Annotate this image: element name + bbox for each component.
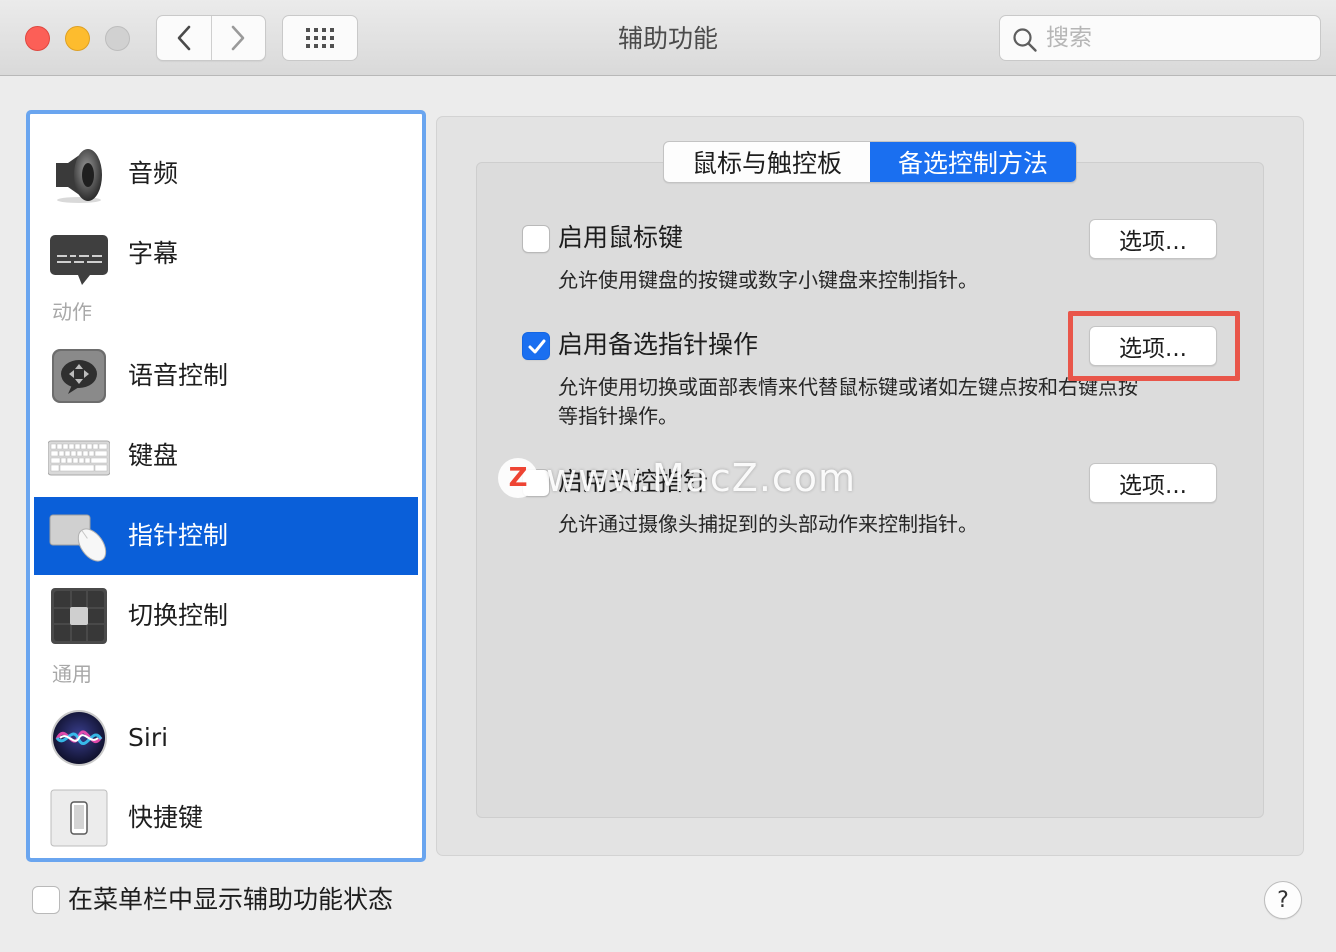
speaker-icon [56,149,102,203]
sidebar-item-label: 音频 [128,159,179,188]
sidebar-item-label: 键盘 [128,441,179,470]
option-description: 允许使用键盘的按键或数字小键盘来控制指针。 [558,268,978,292]
show-status-label: 在菜单栏中显示辅助功能状态 [68,885,394,914]
zoom-window-button[interactable] [105,26,130,51]
checkmark-icon [528,339,546,354]
back-button[interactable] [157,16,211,60]
minimize-window-button[interactable] [65,26,90,51]
head-pointer-options-button[interactable]: 选项... [1089,463,1217,503]
chevron-left-icon [177,25,191,51]
search-field[interactable] [999,15,1321,61]
mouse-keys-options-button[interactable]: 选项... [1089,219,1217,259]
enable-mouse-keys-checkbox[interactable] [522,225,550,253]
sidebar-item-label: 字幕 [128,239,179,268]
option-description: 允许通过摄像头捕捉到的头部动作来控制指针。 [558,512,978,536]
grid-icon [306,28,334,48]
help-button[interactable]: ? [1264,881,1302,919]
sidebar-item-label: 快捷键 [128,803,204,832]
navigation-buttons [156,15,266,61]
search-input[interactable] [1046,22,1306,54]
sidebar-item-keyboard[interactable]: 键盘 [34,417,418,495]
sidebar-item-label: 语音控制 [128,361,229,390]
watermark-text: www.MacZ.com [546,456,857,500]
shortcut-icon [50,789,108,847]
option-description: 允许使用切换或面部表情来代替鼠标键或诸如左键点按和右键点按等指针操作。 [558,375,1138,428]
sidebar-section-motor: 动作 [52,300,92,324]
highlight-box [1068,311,1240,381]
sidebar-section-general: 通用 [52,662,92,686]
sidebar-item-label: Siri [128,723,169,752]
watermark: Z www.MacZ.com [498,456,856,500]
tab-mouse-trackpad[interactable]: 鼠标与触控板 [664,142,870,182]
tab-control: 鼠标与触控板 备选控制方法 [663,141,1077,183]
captions-icon [50,235,108,285]
sidebar[interactable]: 音频 字幕 动作 语音控制 键盘 指针控制 切换控制 通用 Siri 快捷键 [26,110,426,862]
sidebar-item-label: 指针控制 [128,521,229,550]
pointer-control-icon [49,514,107,562]
sidebar-item-pointer-control[interactable]: 指针控制 [34,497,418,575]
tab-alternate-control-methods[interactable]: 备选控制方法 [870,142,1076,182]
sidebar-item-captions[interactable]: 字幕 [34,215,418,293]
option-title: 启用备选指针操作 [558,330,759,359]
sidebar-item-audio[interactable]: 音频 [34,135,418,213]
search-icon [1013,28,1037,52]
window-title: 辅助功能 [617,24,718,53]
title-bar: 辅助功能 [0,0,1336,76]
show-all-button[interactable] [282,15,358,61]
sidebar-item-shortcut[interactable]: 快捷键 [34,779,418,857]
sidebar-item-siri[interactable]: Siri [34,699,418,777]
sidebar-item-label: 切换控制 [128,601,229,630]
close-window-button[interactable] [25,26,50,51]
forward-button[interactable] [210,16,266,60]
siri-icon [51,710,107,766]
option-title: 启用鼠标键 [558,223,684,252]
keyboard-icon [48,440,110,476]
sidebar-item-switch-control[interactable]: 切换控制 [34,577,418,655]
watermark-logo-icon: Z [498,458,538,498]
show-status-in-menu-bar-checkbox[interactable] [32,886,60,914]
enable-alternate-pointer-actions-checkbox[interactable] [522,332,550,360]
sidebar-item-voice-control[interactable]: 语音控制 [34,337,418,415]
switch-control-icon [51,588,107,644]
voice-control-icon [52,349,106,403]
chevron-right-icon [231,25,245,51]
